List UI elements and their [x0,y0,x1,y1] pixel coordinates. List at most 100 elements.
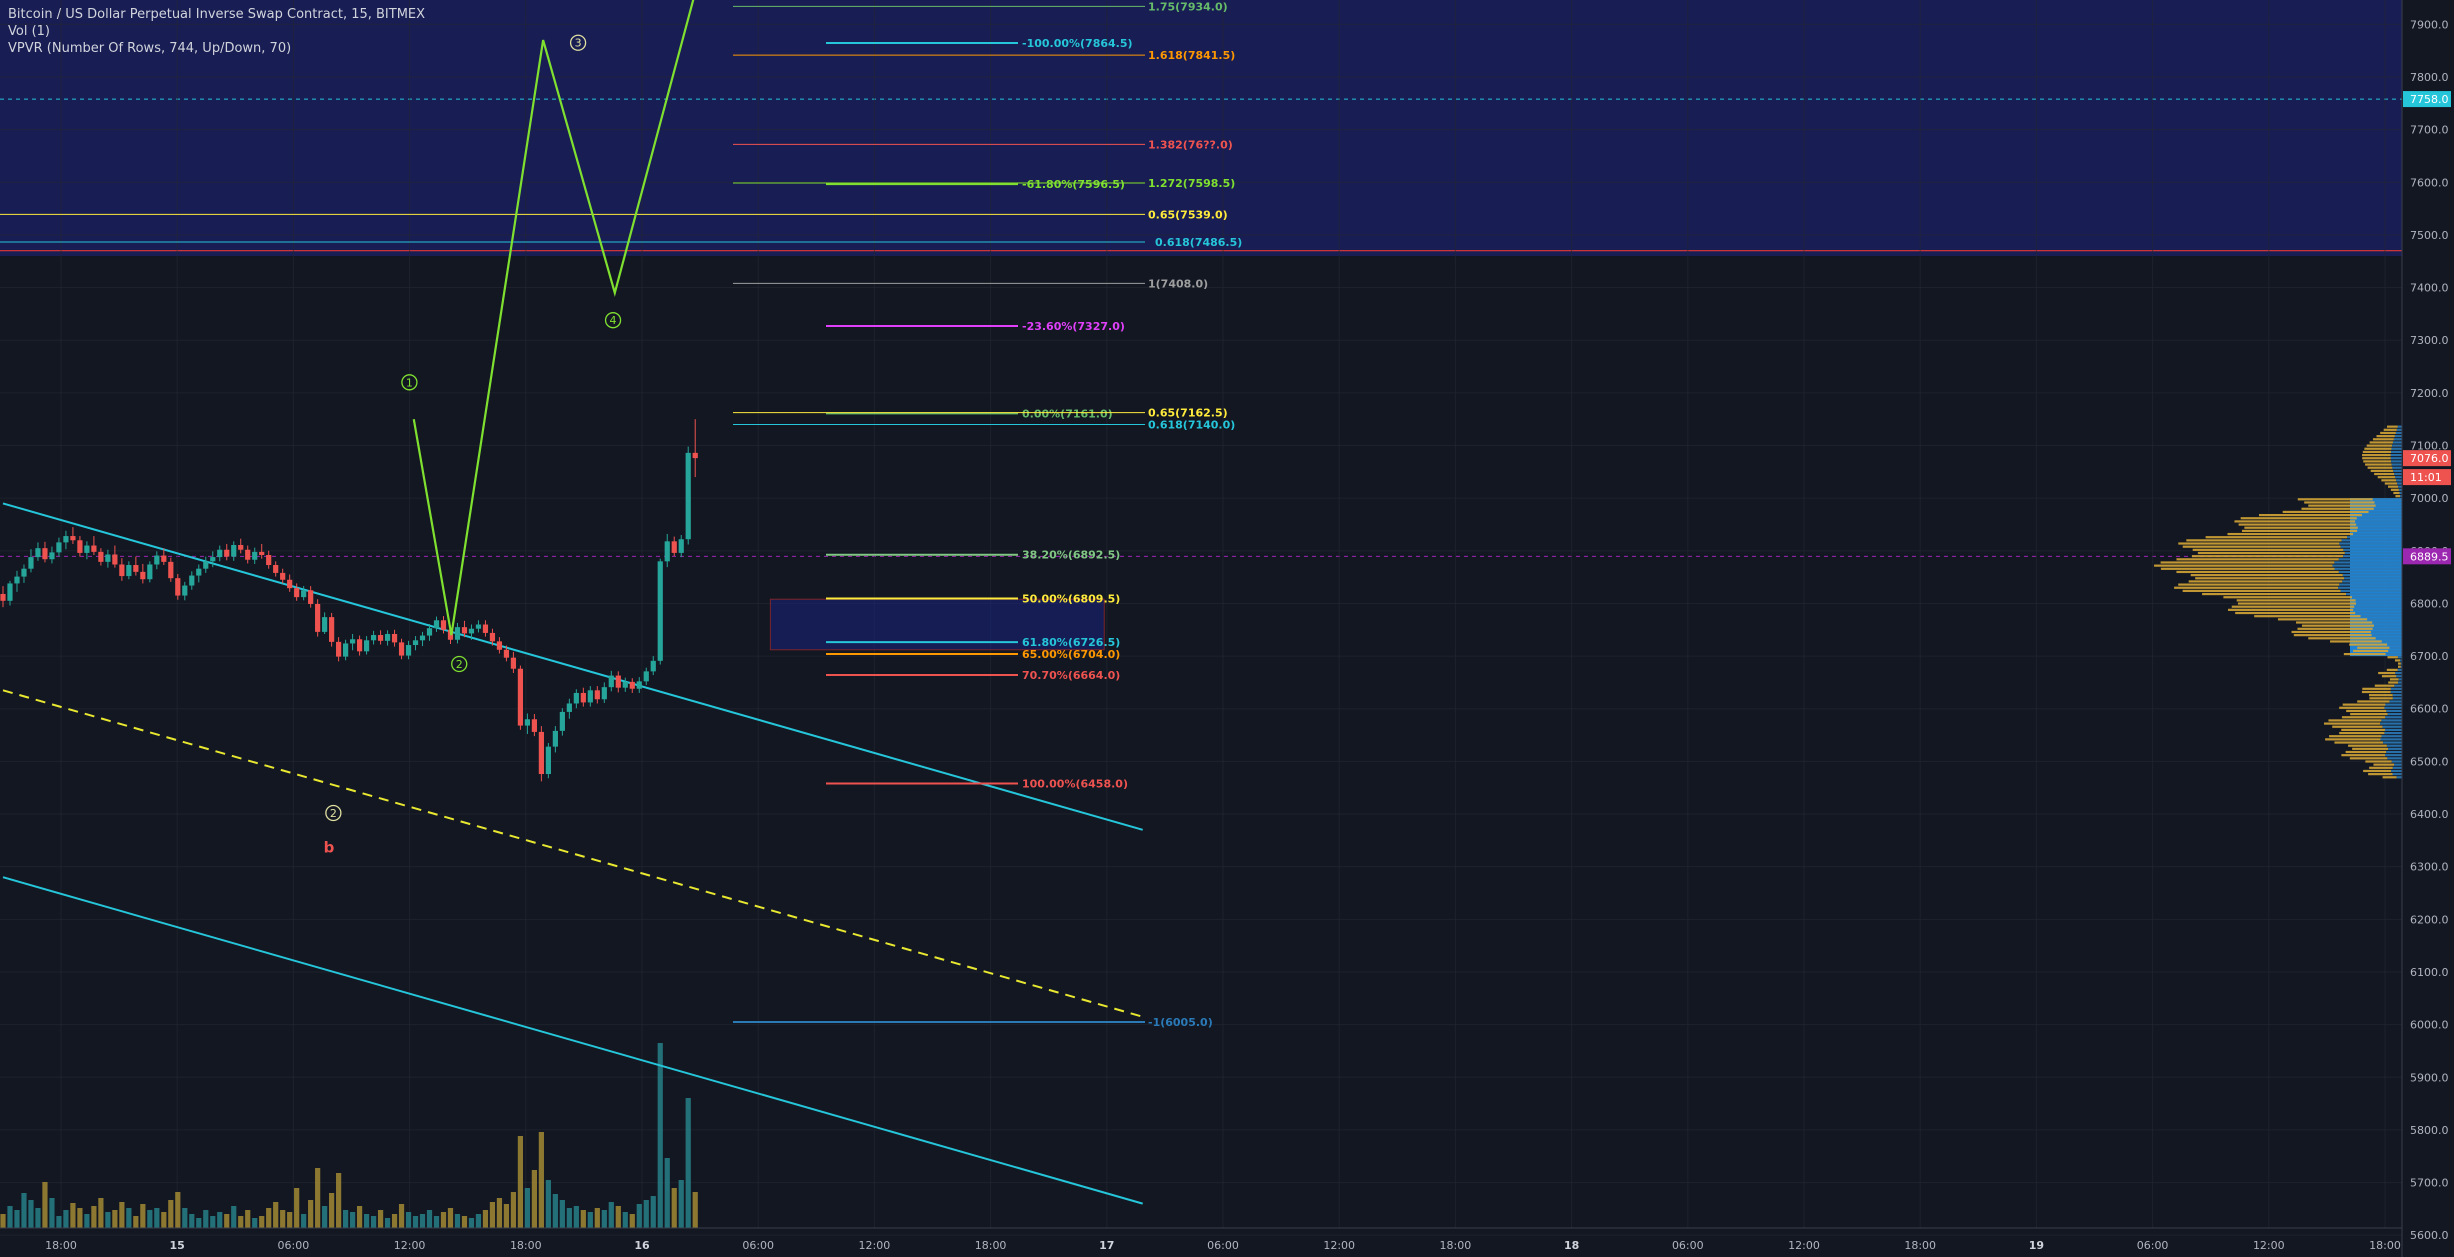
price-tick-label: 6100.0 [2410,966,2449,979]
price-tag[interactable]: 6889.5 [2403,548,2451,565]
vpvr-row-up [2388,485,2399,488]
vpvr-row-up [2395,495,2401,498]
volume-bar [552,1194,558,1228]
vpvr-row-down [2397,482,2402,485]
volume-bar [503,1204,510,1228]
vpvr-row-down [2382,725,2402,728]
volume-bar [217,1212,223,1228]
candle-body [475,624,482,629]
vpvr-row-down [2343,548,2402,551]
volume-bar [231,1206,237,1228]
candle-body [398,642,405,656]
candle-body [391,633,398,643]
wave-label-b[interactable]: b [324,838,335,856]
candle-body [629,681,635,689]
vpvr-row-up [2228,608,2354,611]
time-tick-label: 12:00 [394,1239,426,1252]
price-tag[interactable]: 7758.0 [2403,91,2451,108]
volume-bar [615,1206,621,1228]
vpvr-row-down [2394,472,2402,476]
volume-bar [685,1098,691,1228]
candle-body [147,564,153,580]
vpvr-row-down [2398,678,2402,681]
wave-label-number: 1 [406,376,413,389]
candle-body [643,671,649,682]
vpvr-row-down [2367,618,2402,621]
volume-bar [56,1216,62,1228]
candle-body [301,590,307,598]
time-tick-label: 06:00 [742,1239,774,1252]
vpvr-row-up [2339,731,2385,735]
candle-body [510,657,517,669]
candle-body [70,536,76,541]
vpvr-row-up [2343,652,2386,656]
candle-body [419,635,426,641]
price-tick-label: 7900.0 [2410,18,2449,31]
time-tick-label: 12:00 [1788,1239,1820,1252]
volume-indicator-label[interactable]: Vol (1) [8,23,425,40]
vpvr-row-up [2357,700,2390,703]
vpvr-row-down [2395,671,2402,675]
candle [315,599,321,637]
vpvr-row-up [2363,460,2392,463]
time-tick-label: 15 [170,1239,185,1252]
candle-body [433,620,440,629]
vpvr-row-up [2234,520,2356,523]
volume-bar [308,1200,314,1228]
symbol-title[interactable]: Bitcoin / US Dollar Perpetual Inverse Sw… [8,6,425,23]
vpvr-row-up [2329,735,2382,738]
vpvr-row-up [2381,675,2397,678]
candle-body [105,554,111,562]
vpvr-row-up [2384,482,2398,485]
vpvr-row-down [2357,529,2402,532]
price-tag[interactable]: 7076.0 [2403,450,2451,467]
fib-label: -1(6005.0) [1148,1016,1213,1029]
volume-bar [77,1208,83,1228]
volume-bar [210,1216,216,1228]
volume-bar [573,1206,579,1228]
volume-bar [98,1198,104,1228]
volume-bar [70,1203,76,1228]
vpvr-row-up [2186,539,2342,542]
vpvr-row-up [2301,624,2374,627]
price-chart[interactable]: 1.75(7934.0) -100.00%(7864.5) 1.618(7841.5… [0,0,2454,1257]
vpvr-row-down [2380,738,2402,741]
vpvr-row-up [2190,574,2343,577]
vpvr-row-up [2349,757,2388,760]
candle-body [454,627,461,640]
volume-bar [587,1212,593,1228]
volume-bar [622,1212,628,1228]
candle-body [329,617,335,642]
candle-body [315,603,321,632]
candle-body [126,565,132,577]
candle-body [363,640,370,652]
vpvr-row-up [2160,567,2335,570]
candle-body [98,551,104,562]
fib-label: 1.618(7841.5) [1148,49,1235,62]
vpvr-indicator-label[interactable]: VPVR (Number Of Rows, 744, Up/Down, 70) [8,40,425,57]
candle-body [63,536,69,543]
candle-body [14,576,20,584]
volume-bar [482,1210,489,1228]
candle-body [154,555,160,565]
volume-bar [14,1210,20,1228]
volume-bar [419,1214,426,1228]
volume-bar [49,1198,55,1228]
vpvr-row-up [2240,517,2357,520]
vpvr-row-down [2375,637,2402,640]
vpvr-row-up [2369,441,2393,444]
vpvr-row-up [2394,659,2401,662]
price-tick-label: 5800.0 [2410,1124,2449,1137]
volume-bar [566,1208,572,1228]
candle-body [636,681,642,689]
vpvr-row-down [2361,513,2402,517]
vpvr-row-up [2178,583,2340,586]
volume-bar [524,1188,530,1228]
volume-bar [657,1043,663,1228]
vpvr-row-down [2375,504,2402,507]
price-tag[interactable]: 11:01 [2403,469,2451,486]
candle-body [140,571,146,580]
time-tick-label: 19 [2029,1239,2044,1252]
candle-body [461,627,468,634]
time-tick-label: 18:00 [1904,1239,1936,1252]
